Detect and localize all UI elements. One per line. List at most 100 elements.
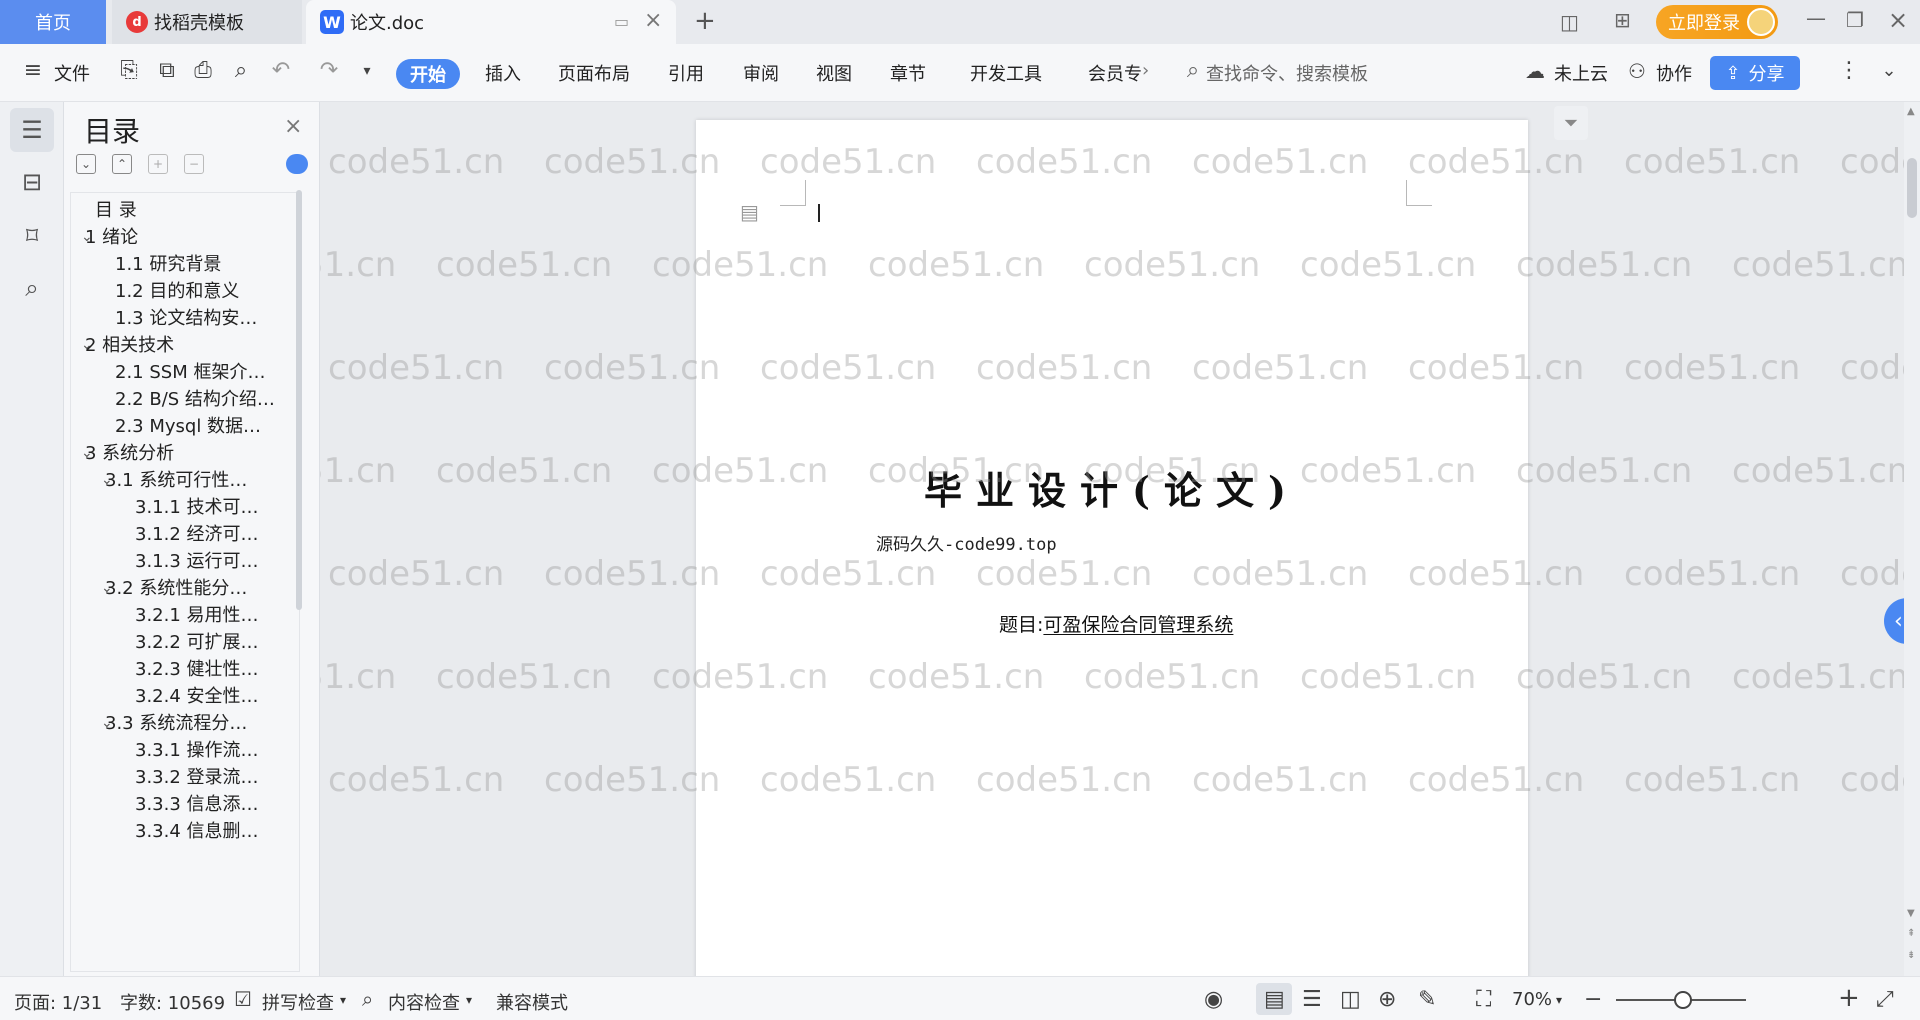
paragraph-doc-icon[interactable]: ▤ xyxy=(740,200,759,224)
outline-view-icon[interactable]: ☰ xyxy=(1302,987,1322,1012)
web-view-icon[interactable]: ⊕ xyxy=(1378,987,1396,1012)
more-dropdown-icon[interactable]: ▾ xyxy=(354,58,380,84)
document-page[interactable]: ▤ 毕业设计(论文) 源码久久-code99.top 题目:可盈保险合同管理系统 xyxy=(696,120,1528,976)
fullscreen-icon[interactable]: ⤢ xyxy=(1876,987,1894,1012)
toc-item[interactable]: 2.2 B/S 结构介绍… xyxy=(115,386,275,413)
tab-scroll-right-icon[interactable]: › xyxy=(1142,60,1149,81)
page-indicator[interactable]: 页面: 1/31 xyxy=(14,989,102,1015)
toc-panel-icon[interactable]: ☰ xyxy=(10,108,54,152)
toc-item[interactable]: 1 绪论 xyxy=(85,224,138,251)
toc-item[interactable]: 2 相关技术 xyxy=(85,332,174,359)
content-check-button[interactable]: 内容检查 xyxy=(388,989,460,1015)
toc-item[interactable]: 2.1 SSM 框架介… xyxy=(115,359,265,386)
next-page-icon[interactable]: ⇟ xyxy=(1907,950,1915,961)
scroll-down-icon[interactable]: ▼ xyxy=(1907,908,1915,919)
share-button[interactable]: ⇪ 分享 xyxy=(1710,56,1800,90)
new-tab-icon[interactable]: + xyxy=(694,6,716,36)
print-preview-icon[interactable]: ⌕ xyxy=(228,58,254,84)
toc-item[interactable]: 3.3.3 信息添… xyxy=(135,791,259,818)
export-icon[interactable]: ⧉ xyxy=(154,58,180,84)
word-count[interactable]: 字数: 10569 xyxy=(120,989,225,1015)
save-icon[interactable]: ⎘ xyxy=(116,58,142,84)
collaborate-button[interactable]: 协作 xyxy=(1656,60,1692,86)
layout-icon[interactable]: ◫ xyxy=(1560,10,1579,34)
toc-item[interactable]: 3.1 系统可行性… xyxy=(105,467,247,494)
toc-item[interactable]: 3.1.2 经济可… xyxy=(135,521,259,548)
toc-item[interactable]: 3.2.1 易用性… xyxy=(135,602,259,629)
close-window-icon[interactable]: × xyxy=(1888,6,1908,34)
toc-item[interactable]: 3.2.3 健壮性… xyxy=(135,656,259,683)
tab-template[interactable]: d 找稻壳模板 xyxy=(112,0,302,44)
tab-references[interactable]: 引用 xyxy=(668,60,704,86)
tab-member[interactable]: 会员专 xyxy=(1088,60,1142,86)
toc-item[interactable]: 3.3.4 信息删… xyxy=(135,818,259,845)
toc-item[interactable]: 3.1.1 技术可… xyxy=(135,494,259,521)
close-icon[interactable]: × xyxy=(284,114,302,139)
toc-item[interactable]: 3.2.2 可扩展… xyxy=(135,629,259,656)
toc-item[interactable]: 3 系统分析 xyxy=(85,440,174,467)
redo-icon[interactable]: ↷ xyxy=(316,58,342,84)
command-search[interactable]: 查找命令、搜索模板 xyxy=(1206,60,1368,86)
cloud-status[interactable]: 未上云 xyxy=(1554,60,1608,86)
tab-developer[interactable]: 开发工具 xyxy=(970,60,1042,86)
tab-insert[interactable]: 插入 xyxy=(485,60,521,86)
minimize-icon[interactable]: — xyxy=(1806,6,1826,30)
print-icon[interactable]: ⎙ xyxy=(190,58,216,84)
spellcheck-button[interactable]: 拼写检查 xyxy=(262,989,334,1015)
toc-item[interactable]: 3.3 系统流程分… xyxy=(105,710,247,737)
toc-item[interactable]: 1.2 目的和意义 xyxy=(115,278,239,305)
zoom-slider-knob[interactable] xyxy=(1674,991,1692,1009)
toc-item[interactable]: 3.1.3 运行可… xyxy=(135,548,259,575)
add-heading-icon[interactable]: + xyxy=(148,154,168,174)
content-check-dropdown-icon[interactable]: ▾ xyxy=(466,993,472,1007)
toc-item[interactable]: 2.3 Mysql 数据… xyxy=(115,413,261,440)
scroll-up-icon[interactable]: ▲ xyxy=(1907,106,1915,117)
navigation-icon[interactable]: ⊟ xyxy=(10,160,54,204)
undo-icon[interactable]: ↶ xyxy=(268,58,294,84)
toc-item[interactable]: 3.2 系统性能分… xyxy=(105,575,247,602)
fit-page-icon[interactable]: ⛶ xyxy=(1476,987,1491,1012)
find-icon[interactable]: ⌕ xyxy=(10,266,54,310)
page-view-icon[interactable]: ▤ xyxy=(1264,987,1285,1012)
expand-all-icon[interactable]: ⌄ xyxy=(76,154,96,174)
toc-item[interactable]: 3.3.2 登录流… xyxy=(135,764,259,791)
close-tab-icon[interactable]: × xyxy=(644,8,662,33)
toc-item[interactable]: 1.3 论文结构安… xyxy=(115,305,257,332)
more-options-icon[interactable]: ⋮ xyxy=(1836,58,1862,84)
zoom-out-icon[interactable]: − xyxy=(1584,987,1602,1012)
chevron-left-icon[interactable]: ‹ xyxy=(1884,598,1904,644)
tab-chapter[interactable]: 章节 xyxy=(890,60,926,86)
restore-icon[interactable]: ❐ xyxy=(1846,8,1864,32)
filter-icon[interactable]: ⏷ xyxy=(1554,106,1588,140)
remove-heading-icon[interactable]: − xyxy=(184,154,204,174)
login-button[interactable]: 立即登录 xyxy=(1656,5,1778,39)
collapse-ribbon-icon[interactable]: ⌄ xyxy=(1876,58,1902,84)
zoom-in-icon[interactable]: + xyxy=(1838,983,1860,1013)
vertical-scrollbar[interactable]: ▲ ▼ ⇞ ⇟ xyxy=(1904,102,1920,976)
scroll-thumb[interactable] xyxy=(1907,158,1917,218)
eye-protection-icon[interactable]: ◉ xyxy=(1204,987,1223,1012)
ai-assist-icon[interactable] xyxy=(286,154,308,174)
toc-scrollbar[interactable] xyxy=(296,190,302,610)
hamburger-menu-icon[interactable]: ≡ xyxy=(20,58,46,84)
tab-review[interactable]: 审阅 xyxy=(743,60,779,86)
zoom-level[interactable]: 70% xyxy=(1512,989,1552,1010)
toc-item[interactable]: 1.1 研究背景 xyxy=(115,251,221,278)
tab-document[interactable]: W 论文.doc ▭ × xyxy=(306,0,676,44)
tab-page-layout[interactable]: 页面布局 xyxy=(558,60,630,86)
collapse-all-icon[interactable]: ⌃ xyxy=(112,154,132,174)
zoom-dropdown-icon[interactable]: ▾ xyxy=(1556,993,1562,1007)
spellcheck-dropdown-icon[interactable]: ▾ xyxy=(340,993,346,1007)
toc-item[interactable]: 3.2.4 安全性… xyxy=(135,683,259,710)
tab-start[interactable]: 开始 xyxy=(396,59,460,89)
apps-grid-icon[interactable]: ⊞ xyxy=(1614,8,1631,32)
tab-home[interactable]: 首页 xyxy=(0,0,106,44)
bookmark-icon[interactable]: ⌑ xyxy=(10,214,54,258)
prev-page-icon[interactable]: ⇞ xyxy=(1907,928,1915,939)
menu-file[interactable]: 文件 xyxy=(54,60,90,86)
toc-item[interactable]: 3.3.1 操作流… xyxy=(135,737,259,764)
monitor-icon[interactable]: ▭ xyxy=(614,12,629,31)
pen-icon[interactable]: ✎ xyxy=(1418,987,1436,1012)
tab-view[interactable]: 视图 xyxy=(816,60,852,86)
reading-view-icon[interactable]: ◫ xyxy=(1340,987,1361,1012)
